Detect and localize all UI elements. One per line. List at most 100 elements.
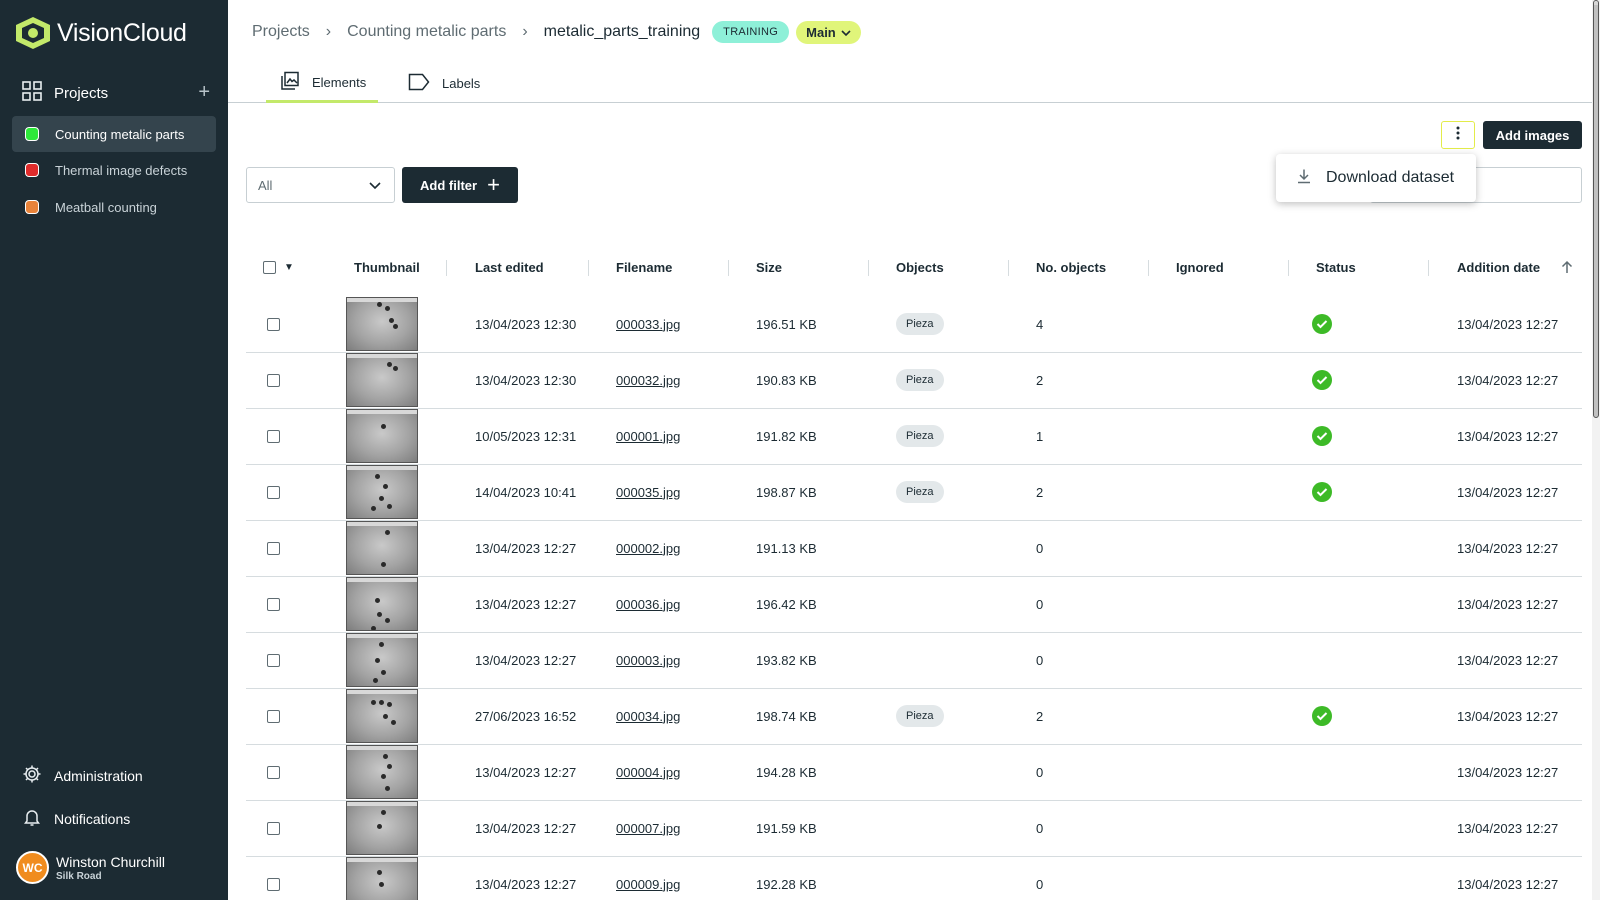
filename-link[interactable]: 000034.jpg <box>616 688 680 744</box>
size-cell: 196.42 KB <box>756 596 817 612</box>
filename-link[interactable]: 000001.jpg <box>616 408 680 464</box>
table-row[interactable]: 13/04/2023 12:27 000036.jpg 196.42 KB 0 13/0… <box>246 576 1582 633</box>
thumbnail-image[interactable] <box>346 521 418 575</box>
column-header-size[interactable]: Size <box>756 252 782 282</box>
breadcrumb-projects[interactable]: Projects <box>252 23 310 41</box>
breadcrumb: Projects › Counting metalic parts › meta… <box>252 20 861 44</box>
table-row[interactable]: 13/04/2023 12:30 000033.jpg 196.51 KB Pieza… <box>246 296 1582 353</box>
table-row[interactable]: 13/04/2023 12:30 000032.jpg 190.83 KB Pieza… <box>246 352 1582 409</box>
objects-cell: Pieza <box>896 464 944 520</box>
row-checkbox[interactable] <box>267 464 280 520</box>
row-checkbox[interactable] <box>267 296 280 352</box>
row-checkbox[interactable] <box>267 800 280 856</box>
grid-icon <box>22 80 42 106</box>
thumbnail-image[interactable] <box>346 689 418 743</box>
app-logo[interactable]: VisionCloud <box>14 16 187 50</box>
thumbnail-image[interactable] <box>346 577 418 631</box>
filename-link[interactable]: 000036.jpg <box>616 576 680 632</box>
sidebar-item-project[interactable]: Meatball counting <box>12 189 216 225</box>
object-marker <box>387 504 392 509</box>
table-row[interactable]: 13/04/2023 12:27 000007.jpg 191.59 KB 0 13/0… <box>246 800 1582 857</box>
sort-ascending-icon[interactable] <box>1561 252 1573 282</box>
object-label-chip: Pieza <box>896 425 944 447</box>
filename-link[interactable]: 000002.jpg <box>616 520 680 576</box>
filename-link[interactable]: 000003.jpg <box>616 632 680 688</box>
row-checkbox[interactable] <box>267 688 280 744</box>
column-header-last-edited[interactable]: Last edited <box>475 252 544 282</box>
caret-down-icon[interactable]: ▼ <box>284 252 294 282</box>
column-header-addition-date[interactable]: Addition date <box>1457 252 1540 282</box>
sidebar-item-administration[interactable]: Administration <box>22 763 143 789</box>
thumbnail-image[interactable] <box>346 801 418 855</box>
scrollbar-thumb[interactable] <box>1593 0 1599 418</box>
thumbnail-image[interactable] <box>346 745 418 799</box>
sidebar-item-notifications[interactable]: Notifications <box>22 806 130 832</box>
table-row[interactable]: 13/04/2023 12:27 000009.jpg 192.28 KB 0 13/0… <box>246 856 1582 900</box>
logo-icon <box>14 16 52 50</box>
check-circle-icon <box>1312 314 1332 334</box>
thumbnail-image[interactable] <box>346 297 418 351</box>
object-marker <box>381 424 386 429</box>
sidebar-item-label: Meatball counting <box>55 199 157 215</box>
filter-select[interactable]: All <box>246 167 395 203</box>
table-row[interactable]: 10/05/2023 12:31 000001.jpg 191.82 KB Pieza… <box>246 408 1582 465</box>
object-marker <box>379 642 384 647</box>
row-checkbox[interactable] <box>267 632 280 688</box>
user-profile[interactable]: WC Winston Churchill Silk Road <box>16 851 165 884</box>
thumbnail-image[interactable] <box>346 465 418 519</box>
row-checkbox[interactable] <box>267 744 280 800</box>
object-marker <box>373 678 378 683</box>
filename-link[interactable]: 000004.jpg <box>616 744 680 800</box>
filename-link[interactable]: 000032.jpg <box>616 352 680 408</box>
thumbnail-image[interactable] <box>346 353 418 407</box>
column-header-status[interactable]: Status <box>1316 252 1356 282</box>
row-checkbox[interactable] <box>267 856 280 900</box>
last-edited-cell: 13/04/2023 12:27 <box>475 540 577 556</box>
add-filter-button[interactable]: Add filter + <box>402 167 518 203</box>
table-row[interactable]: 13/04/2023 12:27 000003.jpg 193.82 KB 0 13/0… <box>246 632 1582 689</box>
page-scrollbar[interactable] <box>1592 0 1600 900</box>
filename-link[interactable]: 000007.jpg <box>616 800 680 856</box>
nav-projects[interactable]: Projects + <box>0 78 228 108</box>
select-all-checkbox[interactable] <box>263 252 276 282</box>
breadcrumb-project[interactable]: Counting metalic parts <box>347 23 506 41</box>
thumbnail-cell <box>346 632 418 688</box>
column-header-objects[interactable]: Objects <box>896 252 944 282</box>
plus-icon[interactable]: + <box>198 82 210 102</box>
nav-projects-label: Projects <box>54 84 109 102</box>
table-row[interactable]: 14/04/2023 10:41 000035.jpg 198.87 KB Pieza… <box>246 464 1582 521</box>
table-row[interactable]: 13/04/2023 12:27 000002.jpg 191.13 KB 0 13/0… <box>246 520 1582 577</box>
tab-elements[interactable]: Elements <box>266 64 378 103</box>
row-checkbox[interactable] <box>267 520 280 576</box>
row-checkbox[interactable] <box>267 408 280 464</box>
object-count-cell: 0 <box>1036 876 1044 892</box>
size-cell: 193.82 KB <box>756 652 817 668</box>
project-color-dot <box>25 200 39 214</box>
column-header-no-objects[interactable]: No. objects <box>1036 252 1106 282</box>
sidebar-item-project[interactable]: Counting metalic parts <box>12 116 216 152</box>
row-checkbox[interactable] <box>267 576 280 632</box>
tab-labels[interactable]: Labels <box>394 64 490 103</box>
column-header-filename[interactable]: Filename <box>616 252 672 282</box>
column-header-ignored[interactable]: Ignored <box>1176 252 1224 282</box>
app-name: VisionCloud <box>57 18 187 47</box>
object-marker <box>383 484 388 489</box>
row-checkbox[interactable] <box>267 352 280 408</box>
more-options-button[interactable] <box>1441 121 1475 149</box>
table-row[interactable]: 13/04/2023 12:27 000004.jpg 194.28 KB 0 13/0… <box>246 744 1582 801</box>
filename-link[interactable]: 000035.jpg <box>616 464 680 520</box>
branch-selector[interactable]: Main <box>796 20 861 44</box>
download-dataset-item[interactable]: Download dataset <box>1326 169 1454 187</box>
last-edited-cell: 13/04/2023 12:27 <box>475 652 577 668</box>
filename-link[interactable]: 000033.jpg <box>616 296 680 352</box>
thumbnail-image[interactable] <box>346 633 418 687</box>
sidebar-item-project[interactable]: Thermal image defects <box>12 152 216 188</box>
object-marker <box>383 754 388 759</box>
filename-link[interactable]: 000009.jpg <box>616 856 680 900</box>
sidebar-item-label: Administration <box>54 768 143 784</box>
table-row[interactable]: 27/06/2023 16:52 000034.jpg 198.74 KB Pieza… <box>246 688 1582 745</box>
object-count-cell: 2 <box>1036 372 1044 388</box>
thumbnail-image[interactable] <box>346 857 418 900</box>
add-images-button[interactable]: Add images <box>1483 121 1582 149</box>
thumbnail-image[interactable] <box>346 409 418 463</box>
